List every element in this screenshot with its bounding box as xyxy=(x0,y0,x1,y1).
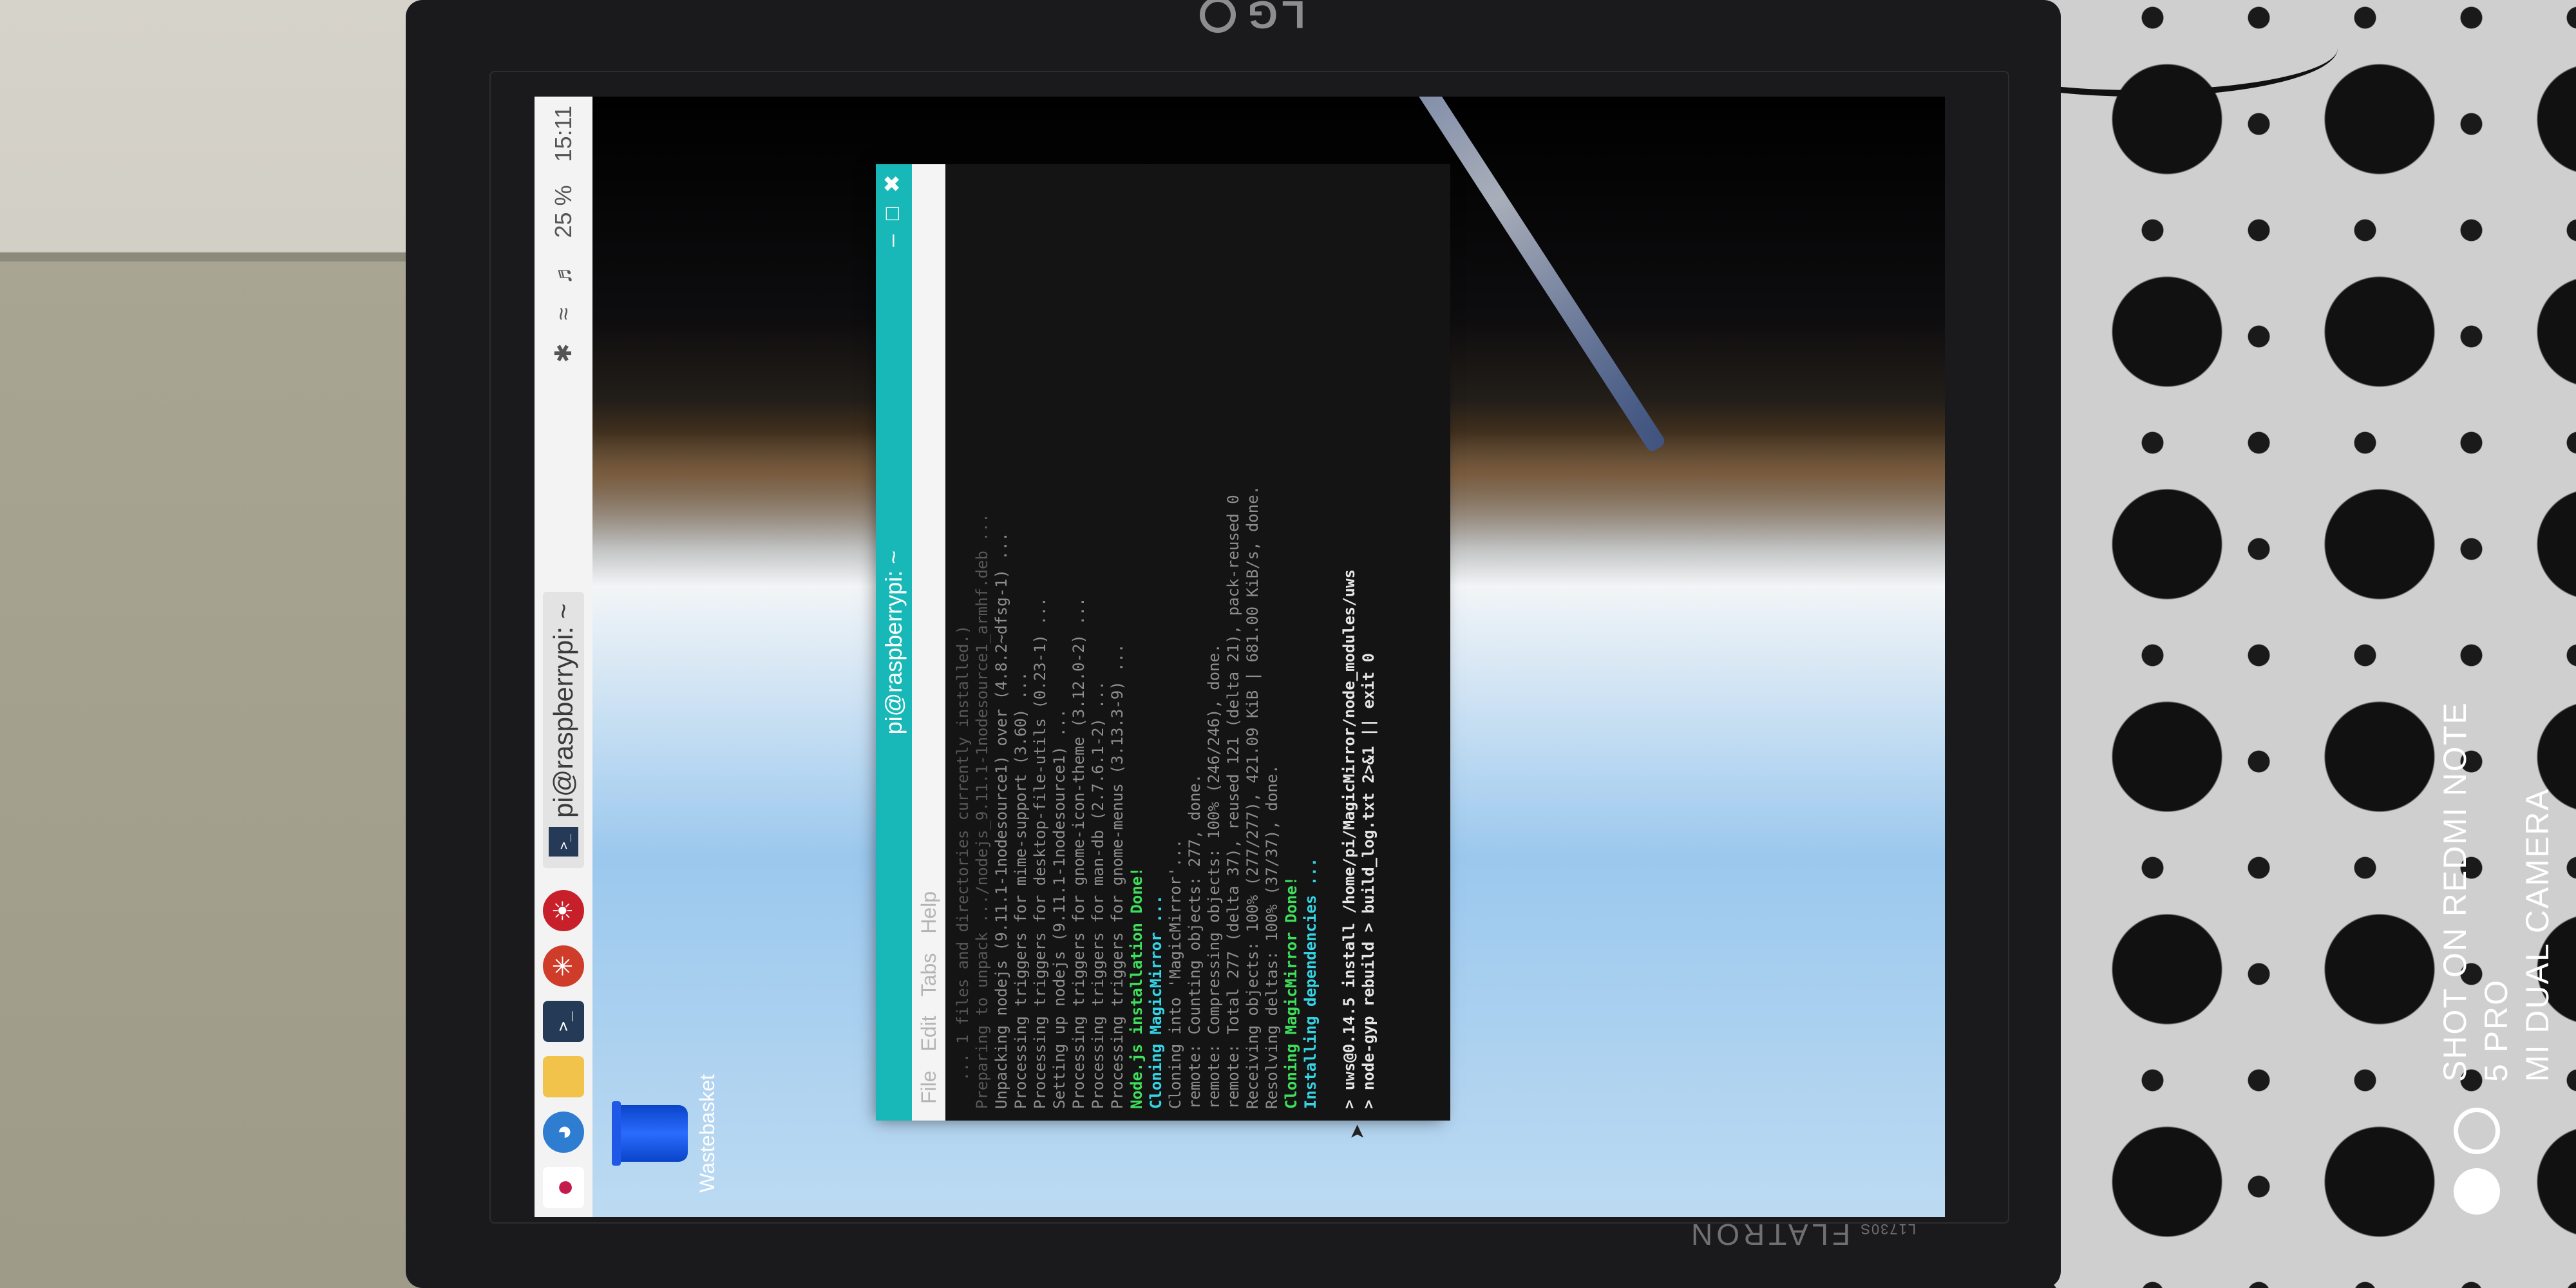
watermark-line-1: SHOT ON REDMI NOTE 5 PRO xyxy=(2437,701,2514,1082)
patterned-cloth xyxy=(2035,0,2576,1288)
terminal-line: Node.js installation Done! xyxy=(1128,867,1146,1109)
web-browser-icon[interactable]: ◕ xyxy=(543,1112,584,1153)
menu-tabs[interactable]: Tabs xyxy=(917,953,941,997)
wifi-icon[interactable]: ≈ xyxy=(550,307,577,320)
screen: ● ◕ >_ ✳ ☀ >_ pi@raspberrypi: ~ ✱ ≈ ♬ 25… xyxy=(535,97,1945,1217)
taskbar-terminal-task[interactable]: >_ pi@raspberrypi: ~ xyxy=(543,591,584,868)
lg-logo-icon xyxy=(1200,0,1236,33)
volume-icon[interactable]: ♬ xyxy=(550,261,577,284)
terminal-line: Preparing to unpack .../nodejs_9.11.1-1n… xyxy=(973,513,991,1109)
close-icon[interactable]: ✖ xyxy=(880,175,905,193)
terminal-line: Resolving deltas: 100% (37/37), done. xyxy=(1263,764,1281,1109)
model-name: FLATRON xyxy=(1687,1218,1851,1251)
terminal-output[interactable]: ... 1 files and directories currently in… xyxy=(945,164,1450,1121)
terminal-line: Cloning MagicMirror Done! xyxy=(1282,876,1300,1109)
wastebasket-icon xyxy=(618,1105,688,1162)
terminal-line: remote: Compressing objects: 100% (246/2… xyxy=(1205,643,1223,1109)
camera-watermark: SHOT ON REDMI NOTE 5 PRO MI DUAL CAMERA xyxy=(2434,696,2558,1082)
terminal-line: Processing triggers for gnome-icon-theme… xyxy=(1070,597,1088,1109)
terminal-line: > uws@0.14.5 install /home/pi/MagicMirro… xyxy=(1340,569,1358,1109)
terminal-icon[interactable]: >_ xyxy=(543,1001,584,1042)
window-controls: – □ ✖ xyxy=(880,175,905,261)
wall-edge xyxy=(0,252,425,261)
terminal-task-icon: >_ xyxy=(549,827,578,857)
terminal-line: Setting up nodejs (9.11.1-1nodesource1) … xyxy=(1050,708,1068,1109)
terminal-line: Installing dependencies ... xyxy=(1302,857,1320,1109)
taskbar-task-label: pi@raspberrypi: ~ xyxy=(548,603,578,818)
terminal-line: Cloning into 'MagicMirror'... xyxy=(1166,838,1184,1109)
taskbar: ● ◕ >_ ✳ ☀ >_ pi@raspberrypi: ~ ✱ ≈ ♬ 25… xyxy=(535,97,592,1217)
menu-file[interactable]: File xyxy=(917,1070,941,1104)
cpu-usage: 25 % xyxy=(550,185,576,238)
menu-help[interactable]: Help xyxy=(917,891,941,934)
raspberry-menu-icon[interactable]: ● xyxy=(543,1167,584,1208)
system-tray: ✱ ≈ ♬ 25 % 15:11 xyxy=(550,106,577,386)
filled-dot-icon xyxy=(2454,1168,2500,1215)
terminal-line: ... 1 files and directories currently in… xyxy=(954,625,972,1109)
terminal-line: Processing triggers for mime-support (3.… xyxy=(1012,671,1030,1109)
menu-edit[interactable]: Edit xyxy=(917,1016,941,1051)
ring-dot-icon xyxy=(2454,1108,2500,1154)
terminal-line: > node-gyp rebuild > build_log.txt 2>&1 … xyxy=(1359,652,1378,1109)
terminal-line: remote: Total 277 (delta 37), reused 121… xyxy=(1224,495,1242,1109)
terminal-line: Processing triggers for man-db (2.7.6.1-… xyxy=(1089,681,1107,1109)
terminal-title: pi@raspberrypi: ~ xyxy=(880,550,907,735)
file-manager-icon[interactable] xyxy=(543,1056,584,1097)
wolfram-icon[interactable]: ☀ xyxy=(543,890,584,931)
wall-background xyxy=(0,0,425,1288)
terminal-line: Unpacking nodejs (9.11.1-1nodesource1) o… xyxy=(992,532,1010,1109)
maximize-icon[interactable]: □ xyxy=(880,207,905,221)
terminal-title-bar[interactable]: pi@raspberrypi: ~ – □ ✖ xyxy=(876,164,912,1121)
wastebasket-desktop-item[interactable]: Wastebasket xyxy=(618,1069,719,1198)
terminal-line: Processing triggers for gnome-menus (3.1… xyxy=(1108,643,1126,1109)
terminal-line: Processing triggers for desktop-file-uti… xyxy=(1031,597,1049,1109)
terminal-window: ➤ pi@raspberrypi: ~ – □ ✖ File Edit Tabs… xyxy=(876,164,1450,1140)
watermark-line-2: MI DUAL CAMERA xyxy=(2519,788,2555,1082)
watermark-dots xyxy=(2454,1108,2500,1229)
monitor-model: L1730S FLATRON xyxy=(1687,1217,1916,1252)
terminal-line: Receiving objects: 100% (277/277), 421.0… xyxy=(1244,485,1262,1109)
terminal-line: remote: Counting objects: 277, done. xyxy=(1186,773,1204,1109)
monitor-brand: LG xyxy=(1179,0,1327,37)
model-number: L1730S xyxy=(1859,1221,1917,1237)
minimize-icon[interactable]: – xyxy=(880,234,905,247)
mouse-cursor-icon: ➤ xyxy=(1347,1123,1368,1140)
brand-text: LG xyxy=(1244,0,1305,37)
wastebasket-label: Wastebasket xyxy=(696,1074,719,1193)
clock[interactable]: 15:11 xyxy=(550,106,577,162)
bluetooth-icon[interactable]: ✱ xyxy=(550,343,577,363)
mathematica-icon[interactable]: ✳ xyxy=(543,945,584,987)
terminal-menu-bar: File Edit Tabs Help xyxy=(912,164,945,1121)
terminal-line: Cloning MagicMirror ... xyxy=(1147,895,1165,1109)
